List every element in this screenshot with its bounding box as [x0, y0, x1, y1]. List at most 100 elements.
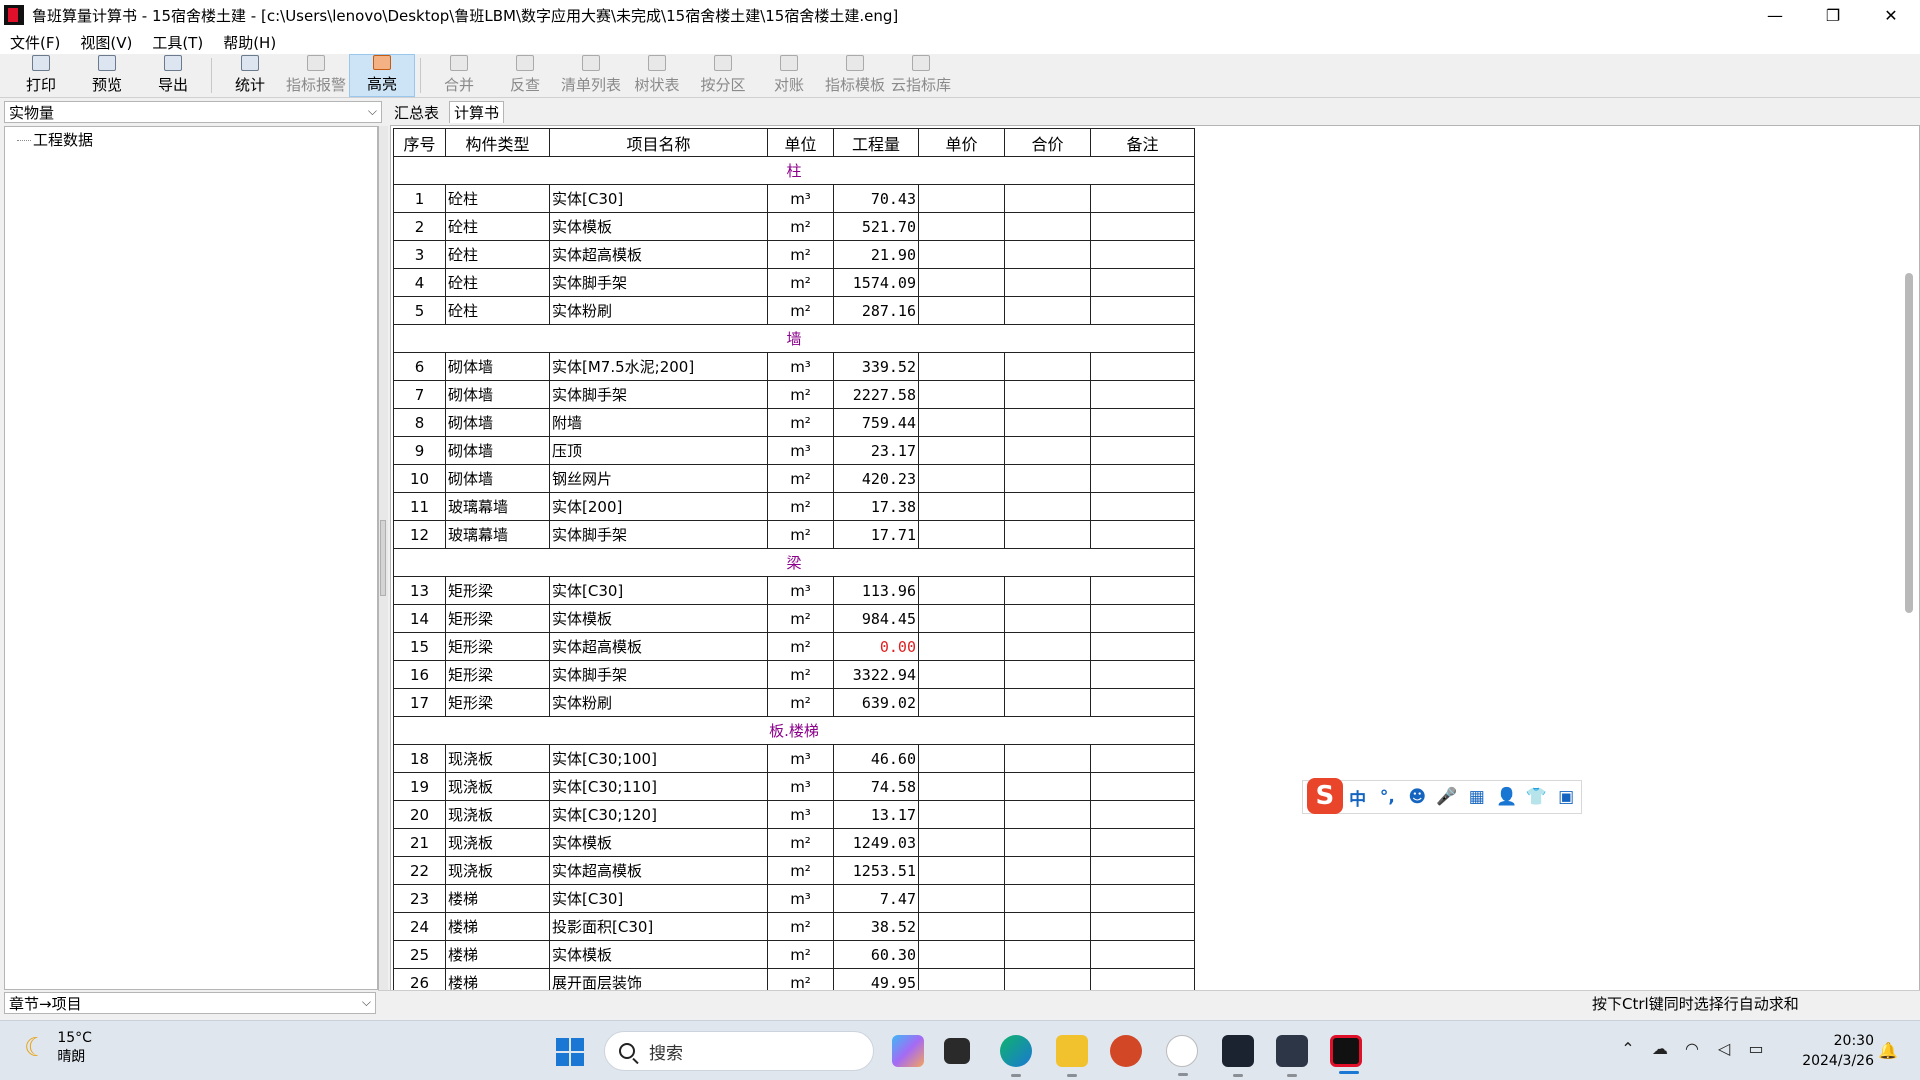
- cell-total-price[interactable]: [1004, 268, 1091, 297]
- cell-seq[interactable]: 20: [393, 800, 446, 829]
- cell-remarks[interactable]: [1090, 604, 1195, 633]
- ime-toolbox-icon[interactable]: ▣: [1551, 787, 1581, 807]
- cell-component-type[interactable]: 楼梯: [445, 884, 550, 913]
- table-row[interactable]: 24 楼梯 投影面积[C30] m² 38.52: [393, 912, 1195, 941]
- cell-total-price[interactable]: [1004, 800, 1091, 829]
- cell-unit-price[interactable]: [918, 828, 1005, 857]
- cell-unit[interactable]: m³: [767, 884, 834, 913]
- cell-quantity[interactable]: 17.38: [833, 492, 919, 521]
- cell-seq[interactable]: 10: [393, 464, 446, 493]
- cell-quantity[interactable]: 0.00: [833, 632, 919, 661]
- cell-seq[interactable]: 11: [393, 492, 446, 521]
- cell-item-name[interactable]: 实体脚手架: [549, 268, 768, 297]
- cell-remarks[interactable]: [1090, 800, 1195, 829]
- cell-component-type[interactable]: 砌体墙: [445, 464, 550, 493]
- cell-total-price[interactable]: [1004, 744, 1091, 773]
- cell-item-name[interactable]: 附墙: [549, 408, 768, 437]
- cell-seq[interactable]: 22: [393, 856, 446, 885]
- cell-unit-price[interactable]: [918, 660, 1005, 689]
- cell-unit-price[interactable]: [918, 744, 1005, 773]
- cell-total-price[interactable]: [1004, 492, 1091, 521]
- cell-unit-price[interactable]: [918, 688, 1005, 717]
- cell-remarks[interactable]: [1090, 268, 1195, 297]
- cell-total-price[interactable]: [1004, 408, 1091, 437]
- cell-quantity[interactable]: 639.02: [833, 688, 919, 717]
- cell-remarks[interactable]: [1090, 408, 1195, 437]
- cell-quantity[interactable]: 7.47: [833, 884, 919, 913]
- cell-item-name[interactable]: 展开面层装饰: [549, 968, 768, 990]
- cell-component-type[interactable]: 砼柱: [445, 212, 550, 241]
- cell-quantity[interactable]: 984.45: [833, 604, 919, 633]
- cell-seq[interactable]: 16: [393, 660, 446, 689]
- cell-total-price[interactable]: [1004, 884, 1091, 913]
- cell-seq[interactable]: 24: [393, 912, 446, 941]
- cell-item-name[interactable]: 钢丝网片: [549, 464, 768, 493]
- bill-list-button[interactable]: 清单列表: [558, 54, 624, 97]
- ime-keyboard-icon[interactable]: ▦: [1462, 787, 1492, 807]
- reconcile-button[interactable]: 对账: [756, 54, 822, 97]
- index-template-button[interactable]: 指标模板: [822, 54, 888, 97]
- cell-component-type[interactable]: 砌体墙: [445, 436, 550, 465]
- sogou-logo-icon[interactable]: S: [1307, 778, 1343, 814]
- cell-seq[interactable]: 8: [393, 408, 446, 437]
- cell-total-price[interactable]: [1004, 520, 1091, 549]
- file-explorer-icon[interactable]: [1056, 1035, 1088, 1077]
- cell-unit[interactable]: m²: [767, 688, 834, 717]
- menu-file[interactable]: 文件(F): [0, 32, 70, 53]
- cell-component-type[interactable]: 砼柱: [445, 240, 550, 269]
- cell-unit-price[interactable]: [918, 772, 1005, 801]
- cell-remarks[interactable]: [1090, 520, 1195, 549]
- table-row[interactable]: 8 砌体墙 附墙 m² 759.44: [393, 408, 1195, 437]
- cell-total-price[interactable]: [1004, 212, 1091, 241]
- cell-quantity[interactable]: 70.43: [833, 184, 919, 213]
- cell-quantity[interactable]: 38.52: [833, 912, 919, 941]
- cell-remarks[interactable]: [1090, 436, 1195, 465]
- ime-punctuation-icon[interactable]: °,: [1373, 787, 1403, 807]
- cell-item-name[interactable]: 实体模板: [549, 828, 768, 857]
- highlight-button[interactable]: 高亮: [349, 54, 415, 97]
- windows-start-icon[interactable]: [556, 1038, 584, 1066]
- cell-unit-price[interactable]: [918, 940, 1005, 969]
- cell-quantity[interactable]: 521.70: [833, 212, 919, 241]
- table-row[interactable]: 23 楼梯 实体[C30] m³ 7.47: [393, 884, 1195, 913]
- cell-component-type[interactable]: 现浇板: [445, 772, 550, 801]
- table-row[interactable]: 16 矩形梁 实体脚手架 m² 3322.94: [393, 660, 1195, 689]
- table-row[interactable]: 20 现浇板 实体[C30;120] m³ 13.17: [393, 800, 1195, 829]
- cell-unit[interactable]: m³: [767, 436, 834, 465]
- menu-tools[interactable]: 工具(T): [142, 32, 213, 53]
- tree-table-button[interactable]: 树状表: [624, 54, 690, 97]
- cell-remarks[interactable]: [1090, 912, 1195, 941]
- cell-unit-price[interactable]: [918, 184, 1005, 213]
- cell-total-price[interactable]: [1004, 856, 1091, 885]
- cell-item-name[interactable]: 实体超高模板: [549, 856, 768, 885]
- task-view-icon[interactable]: [944, 1038, 970, 1064]
- restore-button[interactable]: ❐: [1804, 0, 1862, 30]
- cell-unit-price[interactable]: [918, 884, 1005, 913]
- cell-item-name[interactable]: 实体脚手架: [549, 380, 768, 409]
- cell-unit[interactable]: m²: [767, 828, 834, 857]
- cell-item-name[interactable]: 实体[C30;100]: [549, 744, 768, 773]
- menu-help[interactable]: 帮助(H): [213, 32, 286, 53]
- cell-total-price[interactable]: [1004, 436, 1091, 465]
- cell-total-price[interactable]: [1004, 968, 1091, 990]
- cell-component-type[interactable]: 玻璃幕墙: [445, 492, 550, 521]
- cell-remarks[interactable]: [1090, 576, 1195, 605]
- cell-quantity[interactable]: 3322.94: [833, 660, 919, 689]
- edge-browser-icon[interactable]: [1000, 1035, 1032, 1077]
- cell-seq[interactable]: 12: [393, 520, 446, 549]
- ime-skin-icon[interactable]: 👕: [1521, 787, 1551, 807]
- cell-unit[interactable]: m²: [767, 408, 834, 437]
- cell-unit-price[interactable]: [918, 800, 1005, 829]
- ime-voice-icon[interactable]: 🎤: [1432, 787, 1462, 807]
- cell-unit[interactable]: m²: [767, 912, 834, 941]
- battery-icon[interactable]: ▭: [1740, 1039, 1772, 1058]
- cell-remarks[interactable]: [1090, 352, 1195, 381]
- cell-unit[interactable]: m²: [767, 632, 834, 661]
- cell-unit[interactable]: m³: [767, 576, 834, 605]
- cell-seq[interactable]: 19: [393, 772, 446, 801]
- cell-total-price[interactable]: [1004, 296, 1091, 325]
- cell-unit-price[interactable]: [918, 380, 1005, 409]
- cell-item-name[interactable]: 实体超高模板: [549, 632, 768, 661]
- cell-unit[interactable]: m³: [767, 800, 834, 829]
- cell-seq[interactable]: 21: [393, 828, 446, 857]
